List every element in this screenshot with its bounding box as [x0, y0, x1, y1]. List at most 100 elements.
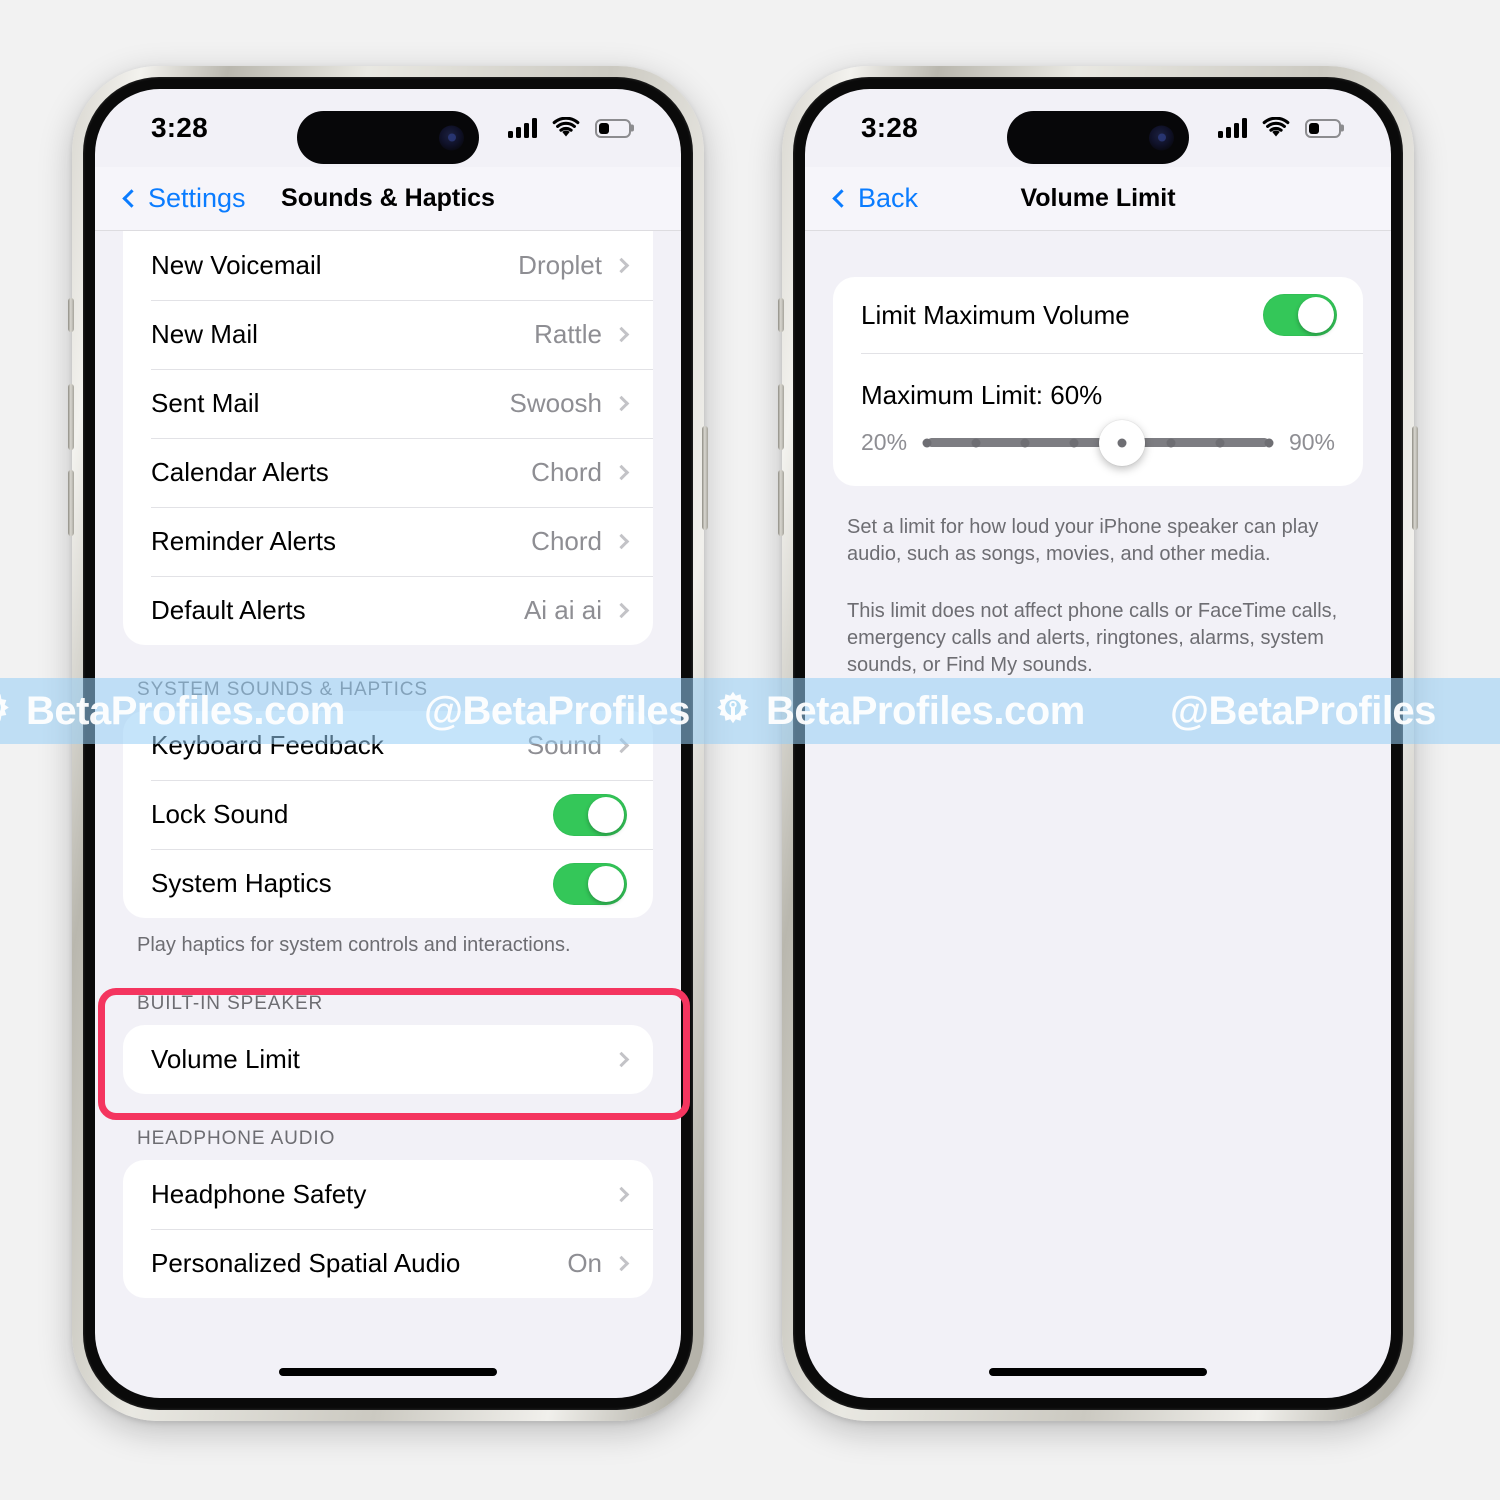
row-label: Calendar Alerts — [151, 457, 329, 487]
table-row[interactable]: Reminder Alerts Chord — [123, 507, 653, 576]
section-footer-haptics: Play haptics for system controls and int… — [137, 934, 571, 956]
row-system-haptics[interactable]: System Haptics — [123, 849, 653, 918]
sound-tones-group: New Voicemail Droplet New Mail Rattle Se… — [123, 231, 653, 645]
home-indicator[interactable] — [279, 1368, 497, 1376]
system-haptics-toggle[interactable] — [553, 862, 627, 905]
row-value: Chord — [531, 526, 602, 556]
row-value: Droplet — [518, 250, 602, 280]
row-lock-sound[interactable]: Lock Sound — [123, 780, 653, 849]
table-row[interactable]: Default Alerts Ai ai ai — [123, 576, 653, 645]
wifi-icon — [552, 117, 580, 137]
back-button-settings[interactable]: Settings — [122, 183, 246, 214]
status-bar-left: 3:28 — [95, 89, 681, 167]
action-button[interactable] — [778, 298, 784, 332]
table-row[interactable]: New Voicemail Droplet — [123, 231, 653, 300]
gear-wrench-icon — [717, 691, 749, 724]
row-label: Headphone Safety — [151, 1179, 367, 1209]
home-indicator[interactable] — [989, 1368, 1207, 1376]
lock-sound-toggle[interactable] — [553, 793, 627, 836]
row-label: System Haptics — [151, 868, 332, 898]
power-button[interactable] — [702, 426, 708, 530]
nav-bar-right: Back Volume Limit — [805, 167, 1391, 231]
sidebar-item-personalized-spatial-audio[interactable]: Personalized Spatial Audio On — [123, 1229, 653, 1298]
slider-min-label: 20% — [861, 429, 908, 455]
table-row[interactable]: Sent Mail Swoosh — [123, 369, 653, 438]
signal-bars-icon — [508, 118, 537, 138]
row-label: Limit Maximum Volume — [861, 299, 1130, 330]
volume-slider-row[interactable]: 20% 90% — [833, 411, 1363, 486]
battery-level-fill — [599, 122, 609, 134]
row-value: Sound — [526, 730, 602, 760]
volume-down-button[interactable] — [778, 470, 784, 536]
slider-tick — [1166, 438, 1176, 447]
front-camera-icon — [439, 125, 464, 150]
row-label: Volume Limit — [151, 1044, 300, 1074]
sidebar-item-keyboard-feedback[interactable]: Keyboard Feedback Sound — [123, 711, 653, 780]
battery-level-fill — [1309, 122, 1319, 134]
chevron-right-icon — [613, 257, 630, 274]
gear-wrench-icon — [0, 694, 9, 721]
status-bar-right: 3:28 — [805, 89, 1391, 167]
chevron-right-icon — [613, 737, 630, 754]
slider-tick — [1215, 438, 1225, 447]
chevron-right-icon — [613, 533, 630, 550]
toggle-knob — [588, 865, 624, 902]
headphone-audio-group: Headphone Safety Personalized Spatial Au… — [123, 1160, 653, 1298]
footer-paragraph-1: Set a limit for how loud your iPhone spe… — [847, 516, 1319, 565]
row-label: Reminder Alerts — [151, 526, 336, 556]
table-row[interactable]: Calendar Alerts Chord — [123, 438, 653, 507]
front-camera-icon — [1149, 125, 1174, 150]
device-bezel: 3:28 — [793, 77, 1403, 1410]
screen-left: 3:28 Settings Sounds & Haptics New Voice… — [95, 89, 681, 1398]
row-limit-maximum-volume[interactable]: Limit Maximum Volume — [833, 277, 1363, 353]
chevron-right-icon — [613, 1051, 630, 1068]
power-button[interactable] — [1412, 426, 1418, 530]
footer-paragraph-2: This limit does not affect phone calls o… — [847, 600, 1338, 676]
slider-tick — [1117, 438, 1127, 447]
chevron-right-icon — [613, 1186, 630, 1203]
table-row[interactable]: New Mail Rattle — [123, 300, 653, 369]
action-button[interactable] — [68, 298, 74, 332]
row-value: Rattle — [534, 319, 602, 349]
volume-slider[interactable] — [922, 419, 1274, 466]
chevron-right-icon — [613, 395, 630, 412]
volume-down-button[interactable] — [68, 470, 74, 536]
slider-tick — [1020, 438, 1030, 447]
row-value: Chord — [531, 457, 602, 487]
volume-up-button[interactable] — [68, 384, 74, 450]
volume-up-button[interactable] — [778, 384, 784, 450]
iphone-device-right: 3:28 Back Volume Limit Limit Maximum Vol… — [778, 66, 1418, 1421]
row-value: Ai ai ai — [523, 595, 602, 625]
back-button-label: Back — [858, 183, 919, 213]
volume-limit-card: Limit Maximum Volume Maximum Limit: 60% … — [833, 277, 1363, 486]
toggle-knob — [588, 796, 624, 833]
row-value: Swoosh — [509, 388, 603, 418]
status-icons — [508, 117, 631, 139]
limit-maximum-volume-toggle[interactable] — [1263, 294, 1337, 336]
section-header-system-sounds: SYSTEM SOUNDS & HAPTICS — [137, 679, 428, 700]
maximum-limit-label: Maximum Limit: 60% — [861, 380, 1103, 410]
volume-limit-content: Limit Maximum Volume Maximum Limit: 60% … — [805, 231, 1391, 1398]
sidebar-item-headphone-safety[interactable]: Headphone Safety — [123, 1160, 653, 1229]
row-value: On — [567, 1248, 602, 1278]
status-icons — [1218, 117, 1341, 139]
back-button-label: Settings — [148, 183, 246, 213]
status-time: 3:28 — [861, 112, 918, 143]
chevron-right-icon — [613, 326, 630, 343]
toggle-knob — [1298, 297, 1334, 333]
slider-tick — [1264, 438, 1274, 447]
slider-max-label: 90% — [1288, 429, 1335, 455]
row-label: Default Alerts — [151, 595, 306, 625]
battery-icon — [595, 118, 631, 138]
device-bezel: 3:28 — [83, 77, 693, 1410]
row-label: New Voicemail — [151, 250, 322, 280]
settings-list-left[interactable]: New Voicemail Droplet New Mail Rattle Se… — [95, 231, 681, 1398]
iphone-device-left: 3:28 Settings Sounds & Haptics New Voice… — [68, 66, 708, 1421]
system-sounds-group: Keyboard Feedback Sound Lock Sound Syste… — [123, 711, 653, 918]
screenshot-stage: 3:28 Settings Sounds & Haptics New Voice… — [0, 0, 1500, 1500]
chevron-right-icon — [613, 1255, 630, 1272]
back-button[interactable]: Back — [832, 183, 919, 214]
sidebar-item-volume-limit[interactable]: Volume Limit — [123, 1025, 653, 1094]
chevron-left-icon — [832, 189, 851, 208]
row-label: Personalized Spatial Audio — [151, 1248, 461, 1278]
